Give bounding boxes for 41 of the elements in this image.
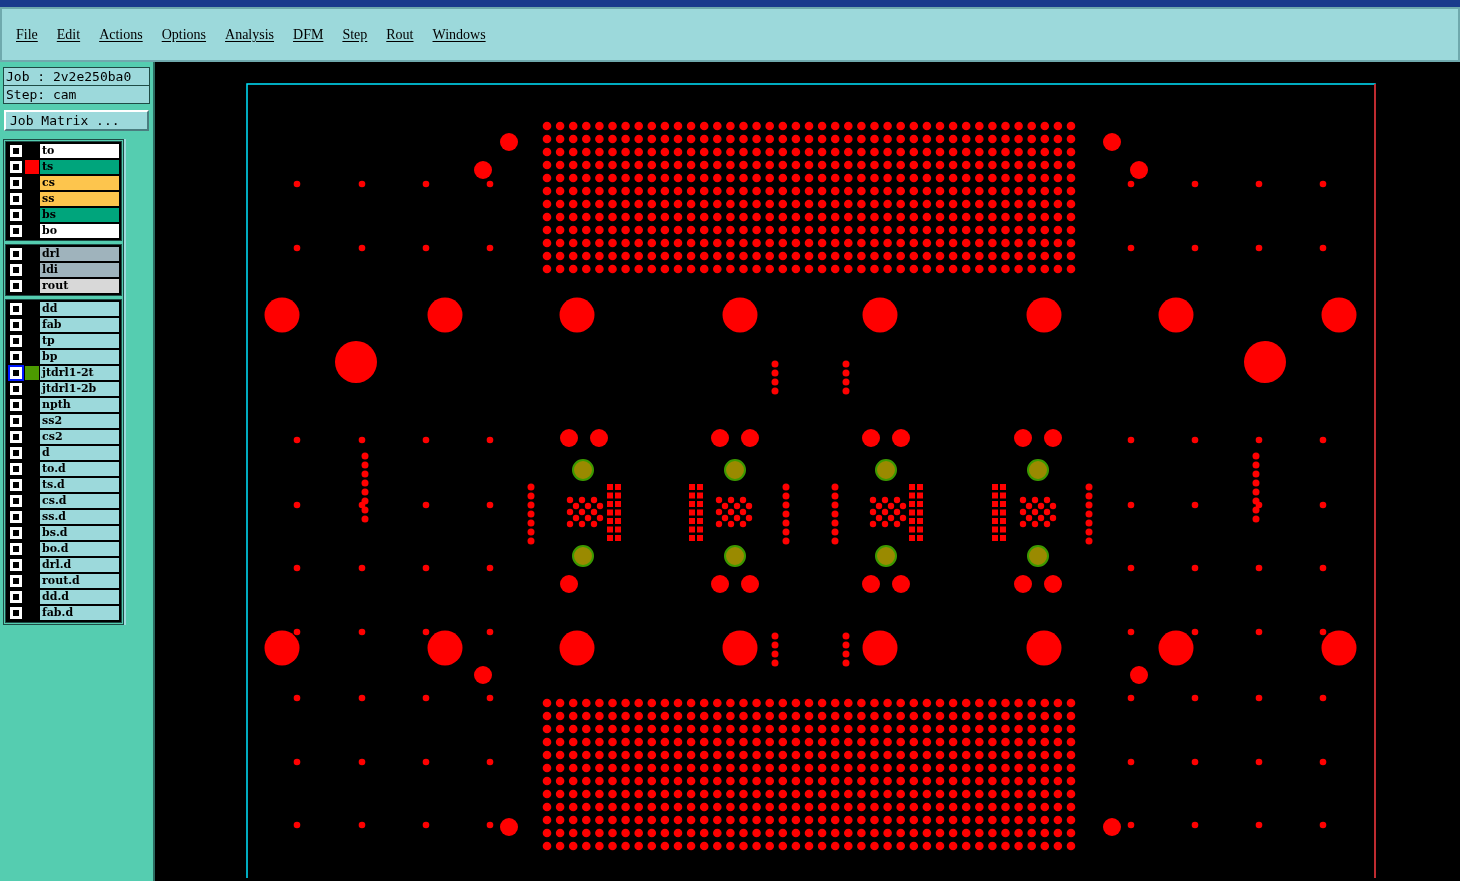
layer-name[interactable]: jtdrl1-2t [40, 366, 119, 380]
menu-item[interactable]: DFM [292, 24, 325, 45]
job-label: Job : 2v2e250ba0 [4, 68, 149, 85]
menu-item[interactable]: Actions [98, 24, 144, 45]
layer-name[interactable]: bp [40, 350, 119, 364]
job-matrix-button[interactable]: Job Matrix ... [4, 110, 149, 131]
layer-name[interactable]: cs2 [40, 430, 119, 444]
layer-name[interactable]: ldi [40, 263, 119, 277]
menu-item[interactable]: Step [341, 24, 369, 45]
layer-name[interactable]: rout [40, 279, 119, 293]
layer-name[interactable]: ts.d [40, 478, 119, 492]
menu-item[interactable]: Edit [55, 24, 82, 45]
layer-name[interactable]: npth [40, 398, 119, 412]
layer-name[interactable]: ts [40, 160, 119, 174]
layer-name[interactable]: cs.d [40, 494, 119, 508]
layer-name[interactable]: ss2 [40, 414, 119, 428]
step-label: Step: cam [4, 86, 149, 103]
menu-item[interactable]: Analysis [224, 24, 276, 45]
layer-name[interactable]: bs [40, 208, 119, 222]
layer-name[interactable]: jtdrl1-2b [40, 382, 119, 396]
layer-name[interactable]: cs [40, 176, 119, 190]
layer-name[interactable]: to.d [40, 462, 119, 476]
layer-name[interactable]: d [40, 446, 119, 460]
layer-name[interactable]: dd [40, 302, 119, 316]
layer-name[interactable]: fab.d [40, 606, 119, 620]
menu-item[interactable]: Rout [385, 24, 415, 45]
layer-name[interactable]: tp [40, 334, 119, 348]
layer-name[interactable]: ss.d [40, 510, 119, 524]
layer-name[interactable]: drl [40, 247, 119, 261]
layer-name[interactable]: bs.d [40, 526, 119, 540]
menu-item[interactable]: File [15, 24, 39, 45]
menu-item[interactable]: Windows [431, 24, 487, 45]
layer-name[interactable]: dd.d [40, 590, 119, 604]
layer-name[interactable]: to [40, 144, 119, 158]
layer-name[interactable]: drl.d [40, 558, 119, 572]
layer-name[interactable]: bo.d [40, 542, 119, 556]
layer-name[interactable]: rout.d [40, 574, 119, 588]
layer-name[interactable]: fab [40, 318, 119, 332]
layer-name[interactable]: bo [40, 224, 119, 238]
layer-name[interactable]: ss [40, 192, 119, 206]
menu-item[interactable]: Options [160, 24, 208, 45]
